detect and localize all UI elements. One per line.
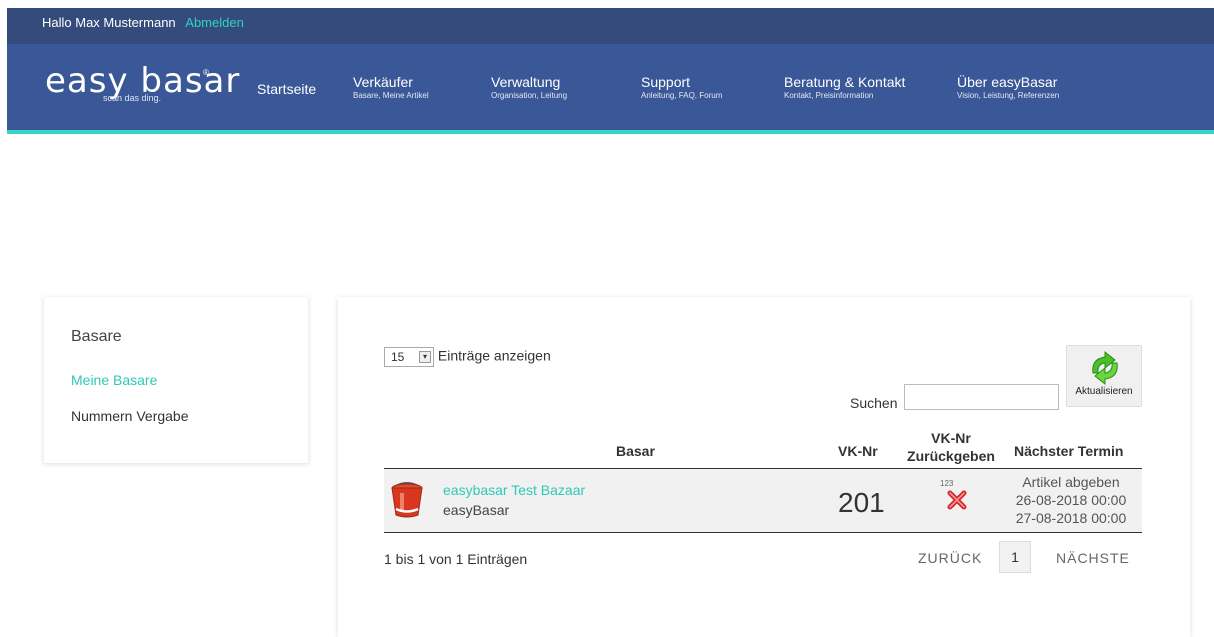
nav-label: Verkäufer: [353, 74, 413, 90]
nav-label: Beratung & Kontakt: [784, 74, 906, 90]
nav-beratung-kontakt[interactable]: Beratung & Kontakt Kontakt, Preisinforma…: [784, 74, 905, 101]
table-row: easybasar Test Bazaar easyBasar 201 123 …: [384, 469, 1142, 533]
nav-support[interactable]: Support Anleitung, FAQ, Forum: [641, 74, 722, 101]
refresh-icon: [1092, 350, 1118, 386]
page-length-select[interactable]: 15 ▾: [384, 347, 434, 367]
page-length-label: Einträge anzeigen: [437, 347, 551, 364]
column-header-vknr[interactable]: VK-Nr: [838, 443, 878, 459]
nav-sublabel: Organisation, Leitung: [491, 91, 568, 100]
sidebar-title: Basare: [71, 328, 122, 345]
navbar-accent-line: [7, 130, 1214, 134]
basar-name-link[interactable]: easybasar Test Bazaar: [443, 482, 585, 498]
nav-sublabel: Basare, Meine Artikel: [353, 91, 429, 100]
basare-table-card: 15 ▾ Einträge anzeigen Aktualisieren Suc…: [338, 297, 1190, 637]
bucket-icon: [391, 482, 423, 518]
sidebar-card: Basare Meine Basare Nummern Vergabe: [44, 297, 308, 463]
chevron-down-icon: ▾: [419, 351, 431, 363]
logo-wordmark: easy basar: [45, 61, 241, 101]
appointment-date-2: 27-08-2018 00:00: [1015, 510, 1127, 526]
page-length-control: 15 ▾ Einträge anzeigen: [384, 347, 551, 367]
appointment-date-1: 26-08-2018 00:00: [1015, 492, 1127, 508]
pagination-next[interactable]: NÄCHSTE: [1056, 550, 1130, 566]
column-header-naechster-termin[interactable]: Nächster Termin: [1014, 443, 1123, 459]
nav-ueber-easybasar[interactable]: Über easyBasar Vision, Leistung, Referen…: [957, 74, 1059, 101]
search-input[interactable]: [904, 384, 1059, 410]
nav-verwaltung[interactable]: Verwaltung Organisation, Leitung: [491, 74, 567, 101]
nav-label: Über easyBasar: [957, 74, 1058, 90]
easybasar-logo[interactable]: easy basar ® scan das ding.: [45, 61, 241, 103]
table-header: Basar VK-Nr VK-Nr Zurückgeben Nächster T…: [384, 427, 1142, 469]
nav-startseite[interactable]: Startseite: [257, 81, 316, 97]
column-header-vknr-zurueckgeben[interactable]: VK-Nr Zurückgeben: [906, 429, 996, 465]
refresh-label: Aktualisieren: [1075, 386, 1133, 397]
basar-organizer: easyBasar: [443, 502, 510, 518]
pagination-previous[interactable]: ZURÜCK: [918, 550, 982, 566]
close-icon: [947, 490, 967, 510]
nav-label: Startseite: [257, 81, 317, 97]
logo-tagline: scan das ding.: [103, 93, 162, 103]
nav-label: Support: [641, 74, 691, 90]
nav-sublabel: Vision, Leistung, Referenzen: [957, 91, 1060, 100]
sidebar-item-meine-basare[interactable]: Meine Basare: [71, 372, 157, 388]
registered-mark: ®: [203, 68, 209, 77]
table-info-text: 1 bis 1 von 1 Einträgen: [384, 551, 528, 567]
column-header-basar[interactable]: Basar: [616, 443, 655, 459]
next-appointment: Artikel abgeben 26-08-2018 00:00 27-08-2…: [1000, 473, 1142, 527]
sidebar-item-nummern-vergabe[interactable]: Nummern Vergabe: [71, 408, 189, 424]
page-length-value: 15: [391, 350, 405, 364]
search-label: Suchen: [850, 395, 898, 411]
refresh-button[interactable]: Aktualisieren: [1066, 345, 1142, 407]
nav-sublabel: Anleitung, FAQ, Forum: [641, 91, 723, 100]
top-bar: Hallo Max Mustermann Abmelden: [7, 8, 1214, 44]
nav-label: Verwaltung: [491, 74, 561, 90]
return-vknr-label: 123: [940, 479, 954, 488]
logout-link[interactable]: Abmelden: [185, 15, 244, 30]
vknr-value: 201: [838, 487, 885, 518]
greeting-text: Hallo Max Mustermann: [42, 15, 176, 30]
appointment-type: Artikel abgeben: [1022, 474, 1120, 490]
nav-verkaeufer[interactable]: Verkäufer Basare, Meine Artikel: [353, 74, 429, 101]
nav-sublabel: Kontakt, Preisinformation: [784, 91, 874, 100]
pagination-page-1[interactable]: 1: [999, 541, 1031, 573]
